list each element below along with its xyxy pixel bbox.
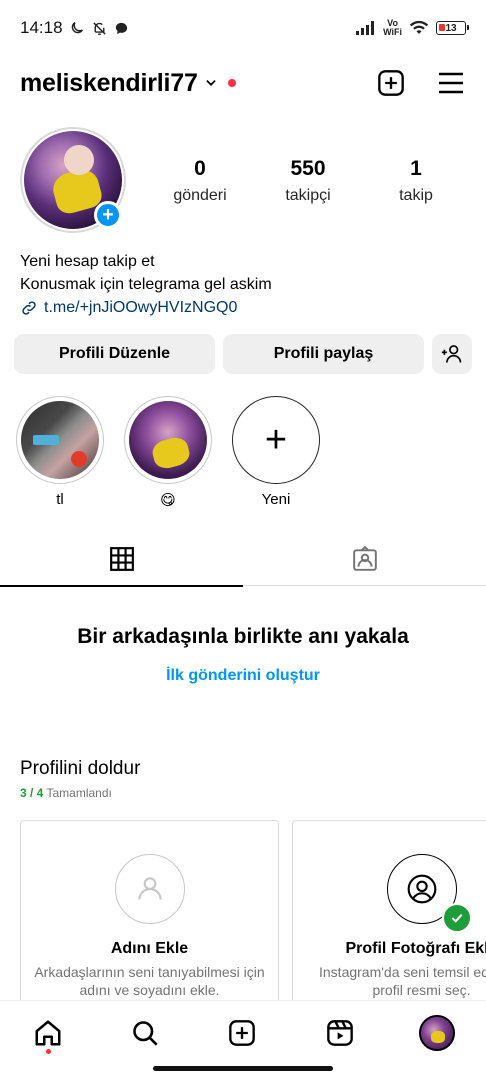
new-highlight-button[interactable]: + Yeni	[232, 396, 320, 508]
status-right: Vo WiFi 13	[356, 19, 469, 37]
home-icon	[35, 1020, 61, 1046]
bio-link-text: t.me/+jnJiOOwyHVIzNGQ0	[44, 299, 238, 316]
progress-count: 3 / 4	[20, 786, 44, 800]
status-bar: 14:18 Vo WiFi 13	[0, 0, 486, 56]
posts-label: gönderi	[173, 187, 227, 204]
link-icon	[22, 300, 36, 315]
complete-profile-title: Profilini doldur	[20, 758, 141, 779]
nav-home[interactable]	[30, 1015, 66, 1051]
bell-off-icon	[92, 21, 106, 35]
clock: 14:18	[20, 18, 63, 37]
profile-header: meliskendirli77	[0, 60, 486, 106]
signal-icon	[356, 21, 375, 35]
add-person-icon	[441, 345, 462, 363]
hamburger-menu-icon	[439, 72, 463, 94]
discover-people-button[interactable]	[432, 334, 472, 374]
bio-link[interactable]: t.me/+jnJiOOwyHVIzNGQ0	[20, 296, 466, 319]
plus-icon: +	[232, 396, 320, 484]
bio: Yeni hesap takip et Konusmak için telegr…	[20, 250, 466, 319]
create-icon	[229, 1020, 255, 1046]
nav-profile[interactable]	[419, 1015, 455, 1051]
account-switcher[interactable]: meliskendirli77	[20, 69, 236, 98]
card-title: Adını Ekle	[110, 940, 189, 957]
profile-suggestion-cards: Adını Ekle Arkadaşlarının seni tanıyabil…	[20, 820, 486, 1000]
tagged-person-icon	[352, 546, 377, 571]
card-description: Arkadaşlarının seni tanıyabilmesi için a…	[34, 964, 265, 998]
highlight-ring	[124, 396, 212, 484]
nav-search[interactable]	[127, 1015, 163, 1051]
home-indicator[interactable]	[153, 1066, 333, 1071]
reels-icon	[327, 1020, 353, 1046]
bio-line: Yeni hesap takip et	[20, 253, 155, 270]
create-first-post-link[interactable]: İlk gönderini oluştur	[166, 667, 320, 685]
highlight-label: 😋	[160, 492, 176, 509]
highlight-cover	[129, 401, 207, 479]
check-icon	[441, 903, 472, 933]
notification-dot	[227, 79, 236, 87]
battery-icon: 13	[436, 21, 469, 35]
tab-tagged[interactable]	[243, 532, 486, 586]
plus-square-icon	[378, 70, 404, 96]
following-label: takip	[399, 187, 433, 204]
card-description: Instagram'da seni temsil eden bir profil…	[319, 964, 486, 998]
header-actions	[376, 68, 466, 98]
profile-actions: Profili Düzenle Profili paylaş	[14, 334, 472, 374]
vowifi-bottom: WiFi	[383, 27, 402, 37]
highlight-label: tl	[56, 491, 64, 508]
highlight-item[interactable]: 😋	[124, 396, 212, 509]
complete-profile-progress: 3 / 4 Tamamlandı	[20, 786, 140, 800]
username: meliskendirli77	[20, 68, 198, 97]
add-name-card[interactable]: Adını Ekle Arkadaşlarının seni tanıyabil…	[20, 820, 279, 1000]
posts-stat[interactable]: 0 gönderi	[155, 157, 245, 205]
profile-avatar	[419, 1015, 455, 1051]
add-photo-card[interactable]: Profil Fotoğrafı Ekle Instagram'da seni …	[292, 820, 486, 1000]
chevron-down-icon	[205, 80, 216, 86]
menu-button[interactable]	[436, 68, 466, 98]
battery-level: 13	[445, 22, 457, 34]
empty-posts-state: Bir arkadaşınla birlikte anı yakala İlk …	[0, 625, 486, 685]
highlight-item[interactable]: tl	[16, 396, 104, 508]
posts-count: 0	[194, 157, 206, 180]
person-icon	[114, 854, 185, 924]
followers-count: 550	[290, 157, 326, 180]
home-notification-dot	[46, 1049, 51, 1054]
followers-label: takipçi	[285, 187, 331, 204]
chat-bubble-icon	[115, 22, 127, 34]
status-left: 14:18	[20, 18, 129, 38]
edit-profile-button[interactable]: Profili Düzenle	[14, 334, 215, 374]
vowifi-indicator: Vo WiFi	[383, 19, 402, 37]
story-highlights: tl 😋 + Yeni	[0, 396, 486, 509]
complete-profile-header: Profilini doldur 3 / 4 Tamamlandı	[20, 758, 140, 800]
following-count: 1	[410, 157, 422, 180]
moon-icon	[71, 22, 83, 34]
empty-title: Bir arkadaşınla birlikte anı yakala	[77, 625, 409, 648]
card-title: Profil Fotoğrafı Ekle	[345, 940, 486, 957]
nav-create[interactable]	[224, 1015, 260, 1051]
followers-stat[interactable]: 550 takipçi	[263, 157, 353, 205]
highlight-label: Yeni	[261, 491, 291, 508]
grid-icon	[109, 547, 134, 571]
create-post-button[interactable]	[376, 68, 406, 98]
content-tabs	[0, 532, 486, 587]
highlight-ring	[16, 396, 104, 484]
share-profile-button[interactable]: Profili paylaş	[223, 334, 424, 374]
bio-line: Konusmak için telegrama gel askim	[20, 276, 272, 293]
highlight-cover	[21, 401, 99, 479]
add-story-button[interactable]: +	[94, 201, 122, 229]
wifi-icon	[409, 20, 429, 34]
nav-reels[interactable]	[322, 1015, 358, 1051]
tab-posts-grid[interactable]	[0, 532, 243, 587]
progress-suffix: Tamamlandı	[46, 786, 112, 800]
profile-summary: + 0 gönderi 550 takipçi 1 takip	[0, 127, 486, 233]
following-stat[interactable]: 1 takip	[371, 157, 461, 205]
search-icon	[133, 1021, 158, 1046]
profile-photo-icon	[386, 854, 472, 933]
